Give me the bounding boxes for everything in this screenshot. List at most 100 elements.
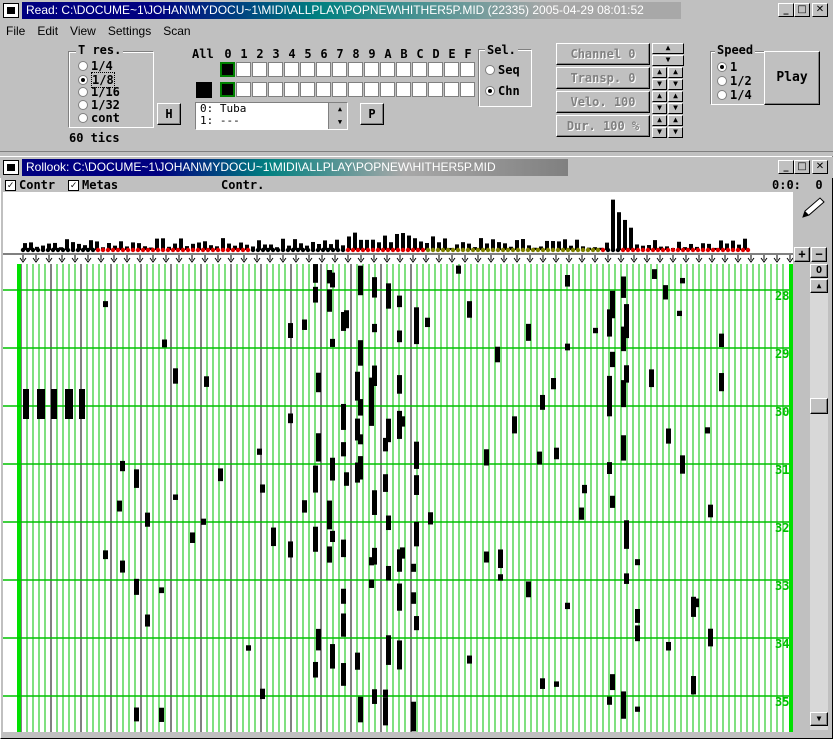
speed-option-1-2[interactable]: 1/2: [717, 74, 752, 88]
zoom-minus-button[interactable]: −: [811, 247, 827, 262]
channel-cell-B-row0[interactable]: [396, 62, 411, 77]
spinner-arrow-7[interactable]: ▼: [652, 103, 667, 114]
scroll-down-arrow[interactable]: ▼: [810, 712, 828, 726]
spinner-arrow-10[interactable]: ▲: [652, 115, 667, 126]
spinner-arrow-3[interactable]: ▼: [652, 79, 667, 90]
tres-option-1-16[interactable]: 1/16: [78, 85, 120, 99]
menu-scan[interactable]: Scan: [157, 22, 196, 40]
channel-button[interactable]: Channel 0: [556, 43, 650, 65]
channel-cell-8-row1[interactable]: [348, 82, 363, 97]
channel-header-0[interactable]: 0: [220, 47, 236, 61]
p-button[interactable]: P: [360, 103, 384, 125]
menu-settings[interactable]: Settings: [102, 22, 157, 40]
dur-button[interactable]: Dur. 100 %: [556, 115, 650, 137]
speed-option-1[interactable]: 1: [717, 60, 737, 74]
rollook-minimize-button[interactable]: _: [778, 160, 794, 174]
sel-option-chn[interactable]: Chn: [485, 84, 520, 98]
tres-option-1-32[interactable]: 1/32: [78, 98, 120, 112]
channel-header-D[interactable]: D: [428, 47, 444, 61]
spinner-arrow-9[interactable]: ▼: [668, 103, 683, 114]
tres-option-cont[interactable]: cont: [78, 111, 120, 125]
spinner-arrow-4[interactable]: ▲: [668, 67, 683, 78]
channel-cell-4-row1[interactable]: [284, 82, 299, 97]
piano-roll[interactable]: 28 29 30 31 32 33 34 35: [3, 192, 793, 732]
velo-button[interactable]: Velo. 100: [556, 91, 650, 113]
channel-header-8[interactable]: 8: [348, 47, 364, 61]
minimize-button[interactable]: _: [778, 3, 794, 17]
channel-cell-8-row0[interactable]: [348, 62, 363, 77]
zoom-plus-button[interactable]: +: [794, 247, 810, 262]
channel-header-2[interactable]: 2: [252, 47, 268, 61]
channel-cell-0-row1[interactable]: [220, 82, 235, 97]
channel-all-toggle[interactable]: [196, 82, 212, 98]
instrument-item-1[interactable]: 1: ---: [196, 115, 347, 127]
channel-cell-1-row0[interactable]: [236, 62, 251, 77]
sel-option-seq[interactable]: Seq: [485, 63, 520, 77]
channel-header-A[interactable]: A: [380, 47, 396, 61]
channel-cell-7-row0[interactable]: [332, 62, 347, 77]
channel-header-3[interactable]: 3: [268, 47, 284, 61]
menu-view[interactable]: View: [64, 22, 102, 40]
spinner-arrow-6[interactable]: ▲: [652, 91, 667, 102]
spinner-arrow-13[interactable]: ▼: [668, 127, 683, 138]
vertical-scrollbar[interactable]: O ▲ ▼: [810, 264, 828, 730]
channel-cell-C-row0[interactable]: [412, 62, 427, 77]
channel-cell-1-row1[interactable]: [236, 82, 251, 97]
scroll-up-arrow[interactable]: ▲: [810, 279, 828, 293]
channel-cell-5-row0[interactable]: [300, 62, 315, 77]
transp-button[interactable]: Transp. 0: [556, 67, 650, 89]
spinner-arrow-11[interactable]: ▼: [652, 127, 667, 138]
h-button[interactable]: H: [157, 103, 181, 125]
channel-cell-F-row1[interactable]: [460, 82, 475, 97]
channel-header-1[interactable]: 1: [236, 47, 252, 61]
channel-header-6[interactable]: 6: [316, 47, 332, 61]
rollook-maximize-button[interactable]: □: [794, 160, 810, 174]
channel-cell-4-row0[interactable]: [284, 62, 299, 77]
spinner-arrow-1[interactable]: ▼: [652, 55, 684, 66]
instrument-scroll[interactable]: ▲ ▼: [328, 103, 347, 129]
channel-cell-5-row1[interactable]: [300, 82, 315, 97]
channel-header-C[interactable]: C: [412, 47, 428, 61]
channel-cell-9-row1[interactable]: [364, 82, 379, 97]
channel-header-E[interactable]: E: [444, 47, 460, 61]
instrument-list[interactable]: 0: Tuba 1: --- ▲ ▼: [195, 102, 348, 130]
channel-cell-F-row0[interactable]: [460, 62, 475, 77]
channel-header-9[interactable]: 9: [364, 47, 380, 61]
o-button[interactable]: O: [810, 264, 828, 278]
metas-checkbox[interactable]: ✓ Metas: [68, 178, 118, 192]
channel-cell-C-row1[interactable]: [412, 82, 427, 97]
all-channels-label[interactable]: All: [192, 47, 214, 61]
channel-cell-B-row1[interactable]: [396, 82, 411, 97]
contr-checkbox[interactable]: ✓ Contr: [5, 178, 55, 192]
channel-cell-D-row0[interactable]: [428, 62, 443, 77]
menu-edit[interactable]: Edit: [31, 22, 64, 40]
tres-option-1-4[interactable]: 1/4: [78, 59, 113, 73]
maximize-button[interactable]: □: [794, 3, 810, 17]
spinner-arrow-5[interactable]: ▼: [668, 79, 683, 90]
channel-cell-A-row1[interactable]: [380, 82, 395, 97]
rollook-close-button[interactable]: ✕: [812, 160, 828, 174]
channel-cell-6-row1[interactable]: [316, 82, 331, 97]
channel-cell-E-row1[interactable]: [444, 82, 459, 97]
channel-cell-0-row0[interactable]: [220, 62, 235, 77]
scroll-thumb[interactable]: [810, 398, 828, 414]
spinner-arrow-0[interactable]: ▲: [652, 43, 684, 54]
spinner-arrow-2[interactable]: ▲: [652, 67, 667, 78]
speed-option-1-4[interactable]: 1/4: [717, 88, 752, 102]
channel-header-7[interactable]: 7: [332, 47, 348, 61]
close-button[interactable]: ✕: [812, 3, 828, 17]
menu-file[interactable]: File: [0, 22, 31, 40]
channel-cell-9-row0[interactable]: [364, 62, 379, 77]
spinner-arrow-12[interactable]: ▲: [668, 115, 683, 126]
spinner-arrow-8[interactable]: ▲: [668, 91, 683, 102]
channel-cell-3-row1[interactable]: [268, 82, 283, 97]
channel-header-F[interactable]: F: [460, 47, 476, 61]
pencil-icon[interactable]: [798, 195, 826, 221]
channel-cell-3-row0[interactable]: [268, 62, 283, 77]
play-button[interactable]: Play: [764, 51, 820, 105]
rollook-titlebar[interactable]: Rollook: C:\DOCUME~1\JOHAN\MYDOCU~1\MIDI…: [0, 157, 833, 178]
read-window-titlebar[interactable]: Read: C:\DOCUME~1\JOHAN\MYDOCU~1\MIDI\AL…: [0, 0, 833, 21]
channel-cell-D-row1[interactable]: [428, 82, 443, 97]
channel-header-B[interactable]: B: [396, 47, 412, 61]
channel-cell-A-row0[interactable]: [380, 62, 395, 77]
